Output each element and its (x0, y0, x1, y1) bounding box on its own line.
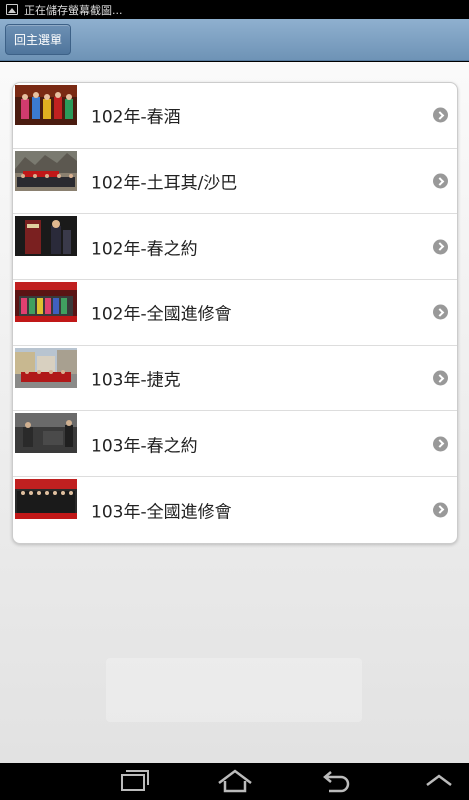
chevron-right-icon (433, 173, 448, 189)
list-item[interactable]: 103年-捷克 (13, 346, 457, 412)
chevron-right-icon (433, 304, 448, 320)
list-item-label: 102年-土耳其/沙巴 (91, 173, 238, 194)
album-thumbnail (15, 479, 77, 520)
menu-up-icon[interactable] (409, 763, 469, 800)
navigation-bar (0, 763, 469, 800)
list-item[interactable]: 102年-春酒 (13, 83, 457, 149)
chevron-right-icon (433, 239, 448, 255)
list-item-label: 102年-春之約 (91, 239, 198, 260)
chevron-right-icon (433, 436, 448, 452)
album-thumbnail (15, 216, 77, 257)
list-item[interactable]: 103年-春之約 (13, 411, 457, 478)
chevron-right-icon (433, 502, 448, 518)
album-list: 102年-春酒 102年-土耳其/沙巴 102年-春之約 102年-全國進修會 … (12, 82, 458, 544)
list-item[interactable]: 102年-春之約 (13, 214, 457, 281)
list-item[interactable]: 103年-全國進修會 (13, 477, 457, 543)
album-thumbnail (15, 282, 77, 323)
faint-overlay-box (106, 658, 362, 722)
list-item[interactable]: 102年-土耳其/沙巴 (13, 149, 457, 215)
list-item-label: 102年-春酒 (91, 107, 181, 128)
header-bar: 回主選單 (0, 19, 469, 61)
list-item[interactable]: 102年-全國進修會 (13, 280, 457, 346)
album-thumbnail (15, 413, 77, 454)
list-item-label: 103年-春之約 (91, 436, 198, 457)
recent-apps-icon[interactable] (104, 763, 164, 800)
content-area: 102年-春酒 102年-土耳其/沙巴 102年-春之約 102年-全國進修會 … (0, 62, 469, 763)
home-icon[interactable] (205, 763, 265, 800)
list-item-label: 103年-捷克 (91, 370, 181, 391)
status-bar: 正在儲存螢幕截圖... (0, 0, 469, 19)
back-to-menu-button[interactable]: 回主選單 (5, 24, 72, 55)
status-text: 正在儲存螢幕截圖... (24, 3, 123, 17)
album-thumbnail (15, 85, 77, 125)
list-item-label: 103年-全國進修會 (91, 502, 232, 523)
album-thumbnail (15, 347, 77, 388)
chevron-right-icon (433, 107, 448, 123)
list-item-label: 102年-全國進修會 (91, 304, 232, 325)
chevron-right-icon (433, 370, 448, 386)
album-thumbnail (15, 150, 77, 191)
back-icon[interactable] (305, 763, 365, 800)
picture-icon (6, 4, 18, 15)
